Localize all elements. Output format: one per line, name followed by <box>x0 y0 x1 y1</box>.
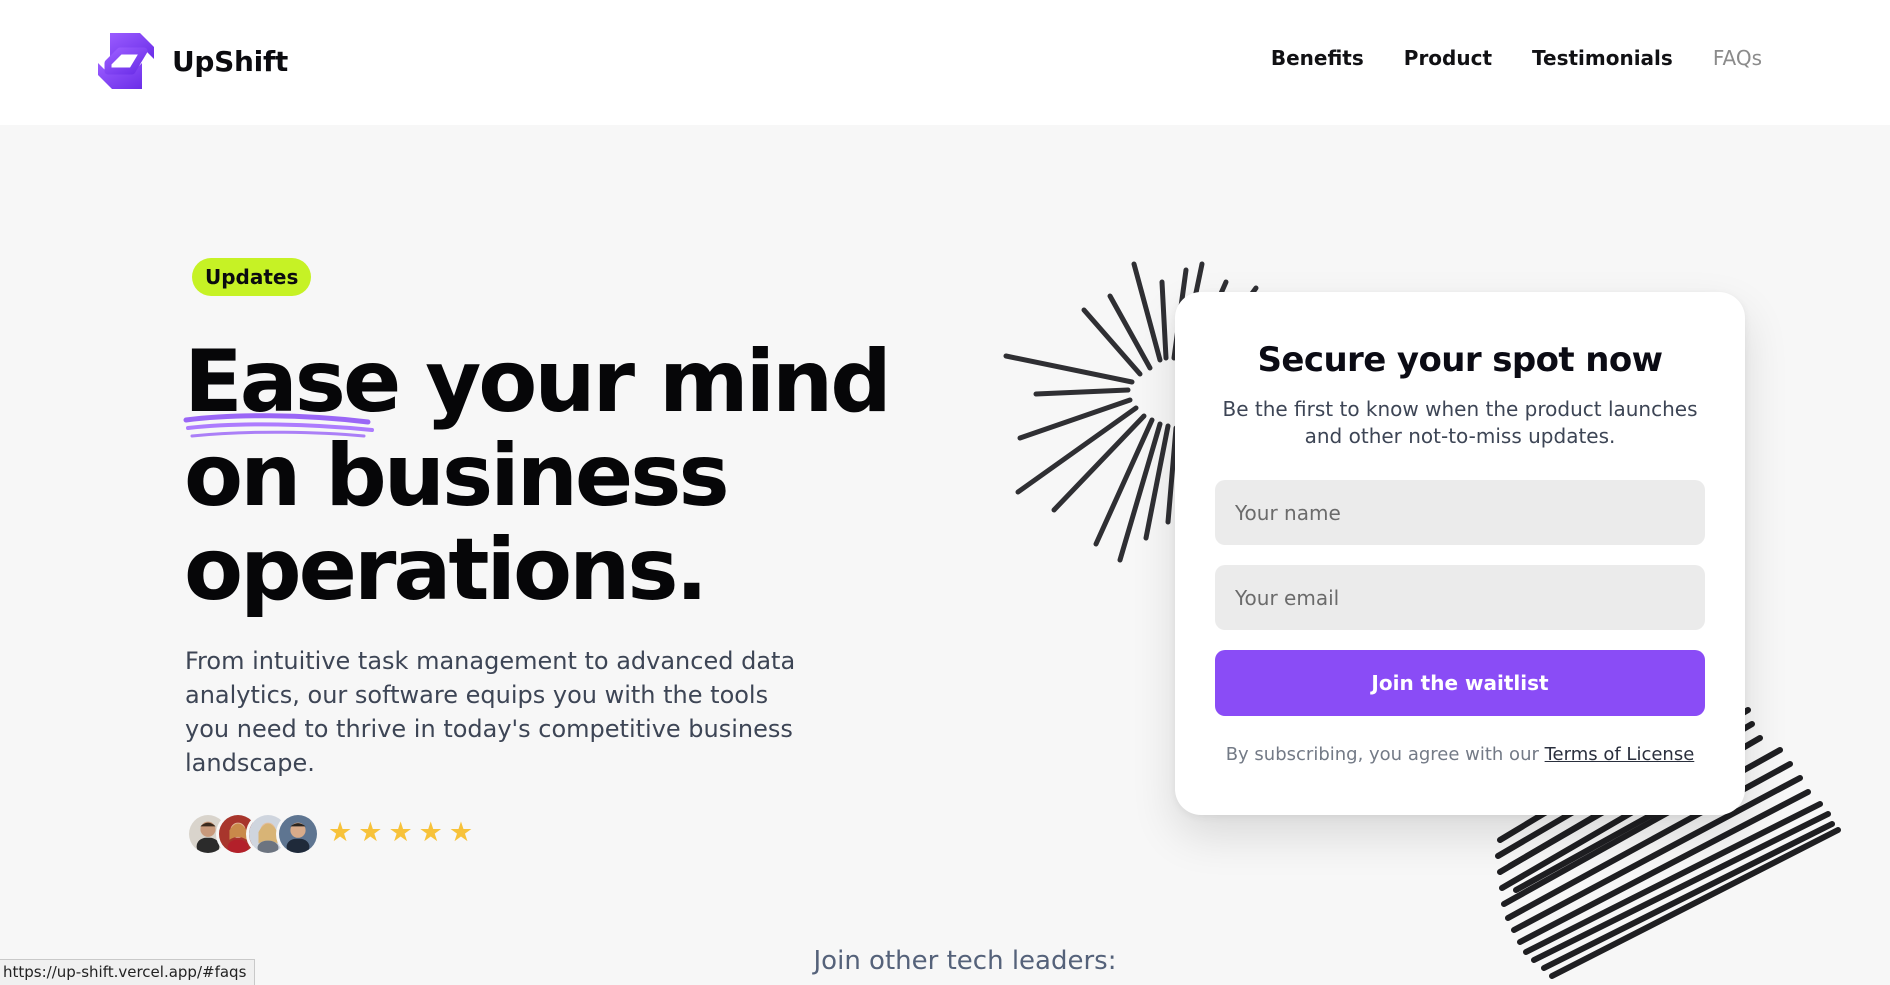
avatar <box>276 812 320 856</box>
hero-subheading: From intuitive task management to advanc… <box>185 647 796 777</box>
join-waitlist-button[interactable]: Join the waitlist <box>1215 650 1705 716</box>
card-title: Secure your spot now <box>1257 340 1664 380</box>
brand-name: UpShift <box>172 44 288 78</box>
main-nav: Benefits Product Testimonials FAQs <box>1271 46 1762 70</box>
terms-of-license-link[interactable]: Terms of License <box>1545 744 1695 765</box>
star-icon: ★ <box>388 817 413 848</box>
legal-prefix: By subscribing, you agree with our <box>1225 744 1539 765</box>
site-header: UpShift Benefits Product Testimonials FA… <box>0 0 1890 125</box>
waitlist-card: Secure your spot now Be the first to kno… <box>1175 292 1745 815</box>
nav-benefits[interactable]: Benefits <box>1271 46 1364 70</box>
star-icon: ★ <box>358 817 383 848</box>
customer-avatars <box>186 812 320 856</box>
hero-headline: Ease your mind on business operations. <box>184 332 892 620</box>
legal-notice: By subscribing, you agree with our Terms… <box>1175 744 1745 765</box>
updates-badge: Updates <box>192 258 312 296</box>
star-icon: ★ <box>418 817 443 848</box>
nav-product[interactable]: Product <box>1404 46 1492 70</box>
nav-testimonials[interactable]: Testimonials <box>1532 46 1673 70</box>
card-subtitle: Be the first to know when the product la… <box>1222 397 1698 448</box>
email-input[interactable] <box>1215 565 1705 630</box>
name-input[interactable] <box>1215 480 1705 545</box>
nav-faqs[interactable]: FAQs <box>1713 46 1762 70</box>
browser-status-url: https://up-shift.vercel.app/#faqs <box>0 959 256 985</box>
upshift-logo-icon <box>98 33 154 89</box>
star-icon: ★ <box>448 817 474 848</box>
star-icon: ★ <box>328 817 353 848</box>
brand-home-link[interactable]: UpShift <box>94 28 288 94</box>
rating-stars: ★ ★ ★ ★ ★ <box>328 818 473 848</box>
tech-leaders-heading: Join other tech leaders: <box>813 946 1117 976</box>
